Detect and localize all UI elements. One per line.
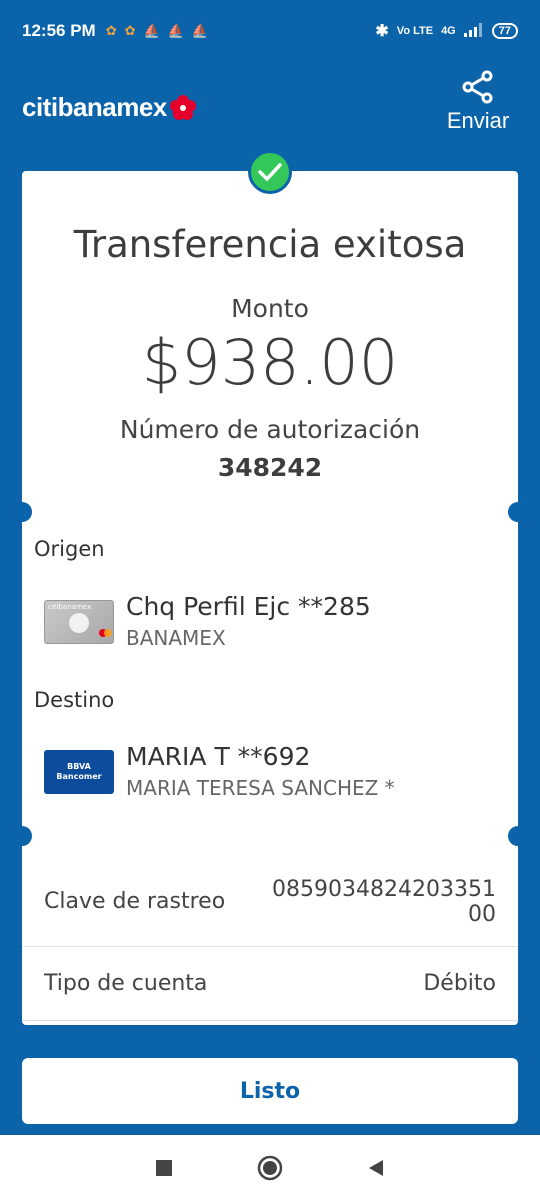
destination-holder: MARIA TERESA SANCHEZ * — [126, 776, 395, 800]
card-brand-line2: Bancomer — [56, 772, 102, 781]
share-button[interactable]: Enviar — [438, 70, 518, 134]
ticket-notch — [508, 826, 528, 846]
receipt-card: Transferencia exitosa Monto $938.00 Núme… — [22, 171, 518, 1025]
back-button-icon[interactable] — [367, 1159, 385, 1177]
account-type-value: Débito — [423, 971, 496, 996]
app-notification-icon: ⛵ — [143, 23, 160, 38]
signal-icon — [463, 22, 484, 40]
system-nav-bar — [0, 1135, 540, 1200]
notification-icons: ✿ ✿ ⛵ ⛵ ⛵ — [106, 23, 208, 39]
done-button[interactable]: Listo — [22, 1058, 518, 1124]
app-notification-icon: ⛵ — [167, 23, 184, 38]
signal-label: 4G — [441, 25, 456, 37]
ticket-notch — [12, 502, 32, 522]
origin-account: citibanamex Chq Perfil Ejc **285 BANAMEX — [44, 591, 504, 653]
app-notification-icon: ✿ — [105, 23, 117, 38]
origin-account-name: Chq Perfil Ejc **285 — [126, 592, 371, 621]
tracking-key-value: 0859034824203351 00 — [272, 877, 496, 927]
tracking-key-value-line1: 0859034824203351 — [272, 876, 496, 902]
ticket-notch — [508, 502, 528, 522]
share-label: Enviar — [446, 108, 510, 133]
destination-account: BBVA Bancomer MARIA T **692 MARIA TERESA… — [44, 741, 504, 803]
account-type-row: Tipo de cuenta Débito — [22, 947, 518, 1021]
origin-bank: BANAMEX — [126, 626, 226, 650]
destination-label: Destino — [34, 688, 115, 712]
tracking-key-value-line2: 00 — [468, 901, 496, 927]
page-title: Transferencia exitosa — [73, 223, 467, 266]
home-button-icon[interactable] — [257, 1155, 283, 1181]
brand-name: citibanamex — [22, 92, 167, 122]
bluetooth-icon: ✱ — [375, 23, 389, 40]
app-notification-icon: ⛵ — [191, 23, 209, 38]
status-time: 12:56 PM — [22, 21, 96, 40]
authorization-number: 348242 — [217, 453, 323, 482]
authorization-label: Número de autorización — [119, 415, 421, 444]
amount-label: Monto — [231, 294, 309, 323]
status-bar: 12:56 PM ✿ ✿ ⛵ ⛵ ⛵ ✱ Vo LTE 4G 77 — [0, 0, 540, 62]
success-check-icon — [248, 150, 292, 194]
citibanamex-card-icon: citibanamex — [44, 600, 114, 644]
battery-icon: 77 — [491, 23, 518, 39]
origin-label: Origen — [34, 537, 105, 561]
tracking-key-label: Clave de rastreo — [44, 889, 226, 914]
citibanamex-logo: citibanamex — [22, 92, 197, 123]
network-label: Vo LTE — [396, 25, 434, 37]
tracking-key-row: Clave de rastreo 0859034824203351 00 — [22, 857, 518, 947]
recents-button-icon[interactable] — [155, 1159, 173, 1177]
account-type-label: Tipo de cuenta — [44, 971, 208, 996]
bbva-card-icon: BBVA Bancomer — [44, 750, 114, 794]
app-notification-icon: ✿ — [124, 23, 136, 38]
card-brand-line1: BBVA — [67, 762, 91, 771]
status-right: ✱ Vo LTE 4G 77 — [375, 21, 518, 41]
destination-account-name: MARIA T **692 — [126, 742, 311, 771]
ticket-notch — [12, 826, 32, 846]
amount-value: $938.00 — [141, 326, 399, 399]
banamex-flower-icon — [169, 94, 196, 120]
share-icon — [462, 70, 493, 104]
